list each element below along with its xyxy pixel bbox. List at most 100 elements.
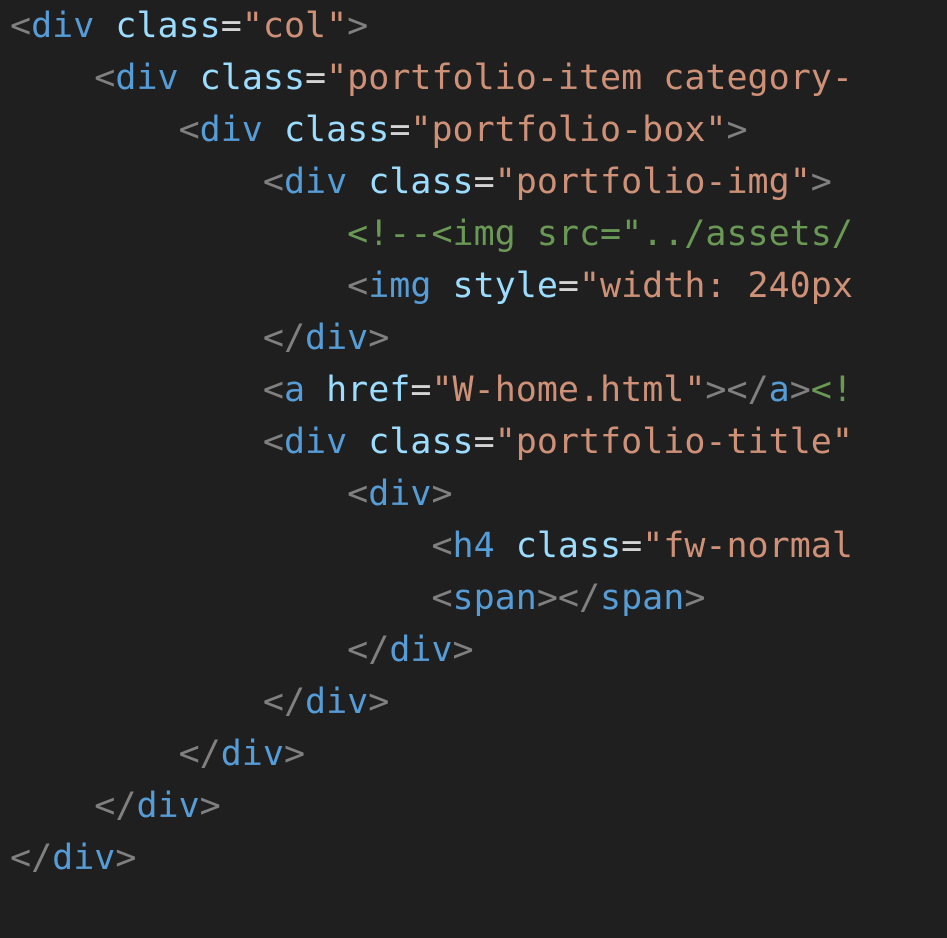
- code-line[interactable]: <div class="col">: [10, 0, 853, 52]
- code-line[interactable]: <div class="portfolio-box">: [10, 104, 853, 156]
- code-attribute-name: class: [283, 110, 390, 150]
- code-attribute-name: class: [515, 526, 622, 566]
- code-attribute-name: class: [115, 6, 221, 46]
- code-line[interactable]: <span></span>: [10, 572, 853, 624]
- code-tag-name: a: [768, 370, 790, 410]
- code-line[interactable]: </div>: [10, 624, 853, 676]
- code-line[interactable]: <div class="portfolio-item category-: [10, 52, 853, 104]
- code-string: "portfolio-title": [494, 422, 853, 462]
- code-tag-name: span: [452, 578, 537, 618]
- code-tag-name: img: [368, 266, 432, 306]
- code-punctuation: </: [262, 682, 306, 722]
- code-attribute-name: class: [199, 58, 306, 98]
- code-string: "width: 240px: [578, 266, 853, 306]
- code-punctuation: >: [368, 318, 390, 358]
- code-equals: =: [305, 58, 327, 98]
- code-line[interactable]: </div>: [10, 780, 853, 832]
- code-attribute-name: class: [368, 422, 474, 462]
- code-tag-name: h4: [452, 526, 495, 566]
- code-punctuation: </: [262, 318, 306, 358]
- code-equals: =: [389, 110, 411, 150]
- code-equals: =: [621, 526, 643, 566]
- code-string: "portfolio-item category-: [326, 58, 853, 98]
- code-punctuation: >: [283, 734, 306, 774]
- code-punctuation: ></: [705, 370, 769, 410]
- code-line[interactable]: <!--<img src="../assets/: [10, 208, 853, 260]
- code-punctuation: </: [178, 734, 221, 774]
- code-line[interactable]: </div>: [10, 312, 853, 364]
- code-tag-name: div: [389, 630, 453, 670]
- code-punctuation: </: [347, 630, 390, 670]
- code-punctuation: <: [178, 110, 200, 150]
- code-tag-name: a: [283, 370, 306, 410]
- code-punctuation: <: [262, 370, 284, 410]
- code-tag-name: div: [283, 422, 348, 462]
- code-tag-name: div: [283, 162, 348, 202]
- code-attribute-name: style: [452, 266, 558, 306]
- code-equals: =: [557, 266, 579, 306]
- code-comment: <!--<img src="../assets/: [347, 214, 853, 254]
- code-line[interactable]: <a href="W-home.html"></a><!: [10, 364, 853, 416]
- code-line[interactable]: <div>: [10, 468, 853, 520]
- code-tag-name: div: [305, 318, 369, 358]
- code-punctuation: </: [10, 838, 53, 878]
- code-comment: <!: [810, 370, 853, 410]
- code-content[interactable]: <div class="col"> <div class="portfolio-…: [10, 0, 853, 884]
- code-punctuation: >: [684, 578, 706, 618]
- code-punctuation: <: [347, 266, 369, 306]
- code-punctuation: <: [262, 162, 284, 202]
- code-tag-name: div: [136, 786, 200, 826]
- code-equals: =: [410, 370, 432, 410]
- code-string: "W-home.html": [431, 370, 706, 410]
- code-punctuation: <: [431, 526, 453, 566]
- code-string: "portfolio-box": [410, 110, 727, 150]
- code-equals: =: [220, 6, 242, 46]
- code-line[interactable]: </div>: [10, 676, 853, 728]
- code-punctuation: >: [368, 682, 390, 722]
- code-punctuation: >: [452, 630, 474, 670]
- code-tag-name: div: [31, 6, 95, 46]
- code-punctuation: <: [431, 578, 453, 618]
- code-attribute-name: href: [326, 370, 411, 410]
- code-tag-name: div: [115, 58, 179, 98]
- code-equals: =: [473, 422, 495, 462]
- code-line[interactable]: </div>: [10, 728, 853, 780]
- code-line[interactable]: <img style="width: 240px: [10, 260, 853, 312]
- code-punctuation: <: [94, 58, 116, 98]
- code-tag-name: div: [305, 682, 369, 722]
- code-line[interactable]: <div class="portfolio-title": [10, 416, 853, 468]
- code-punctuation: >: [789, 370, 811, 410]
- code-punctuation: >: [115, 838, 137, 878]
- code-punctuation: ></: [536, 578, 601, 618]
- code-punctuation: >: [726, 110, 748, 150]
- code-line[interactable]: <div class="portfolio-img">: [10, 156, 853, 208]
- code-line[interactable]: </div>: [10, 832, 853, 884]
- code-editor[interactable]: <div class="col"> <div class="portfolio-…: [0, 0, 947, 938]
- code-punctuation: >: [810, 162, 832, 202]
- code-equals: =: [473, 162, 495, 202]
- code-punctuation: <: [10, 6, 32, 46]
- code-punctuation: >: [431, 474, 453, 514]
- code-string: "col": [241, 6, 348, 46]
- code-line[interactable]: <h4 class="fw-normal: [10, 520, 853, 572]
